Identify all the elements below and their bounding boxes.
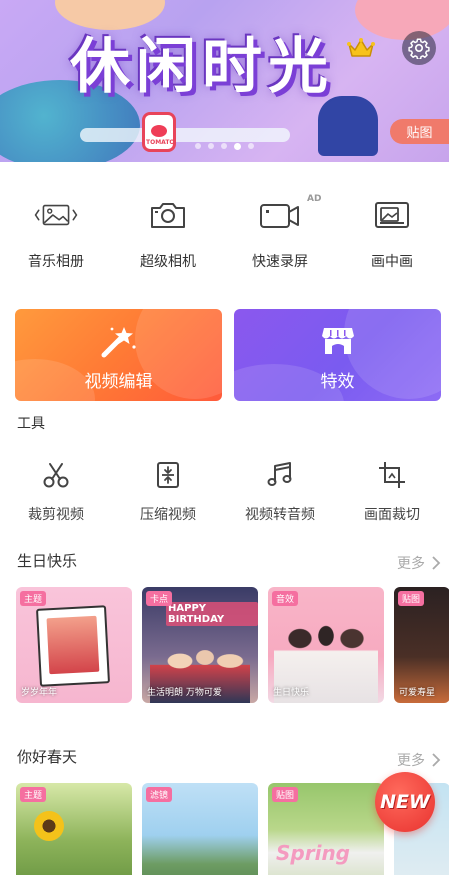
music-album-button[interactable]: 音乐相册 [0, 195, 112, 271]
template-tag: 滤镜 [146, 787, 173, 802]
quick-action-label: 超级相机 [140, 254, 196, 270]
quick-action-label: 画中画 [371, 254, 413, 270]
picture-in-picture-icon [370, 195, 414, 235]
runner-illustration [318, 96, 378, 156]
template-caption: 生日快乐 [273, 688, 310, 698]
spring-text: Spring [276, 841, 350, 865]
tool-label: 裁剪视频 [28, 507, 84, 523]
shop-icon [318, 323, 358, 359]
card-decoration [15, 359, 95, 401]
trim-video-button[interactable]: 裁剪视频 [0, 460, 112, 524]
video-to-audio-button[interactable]: 视频转音频 [224, 460, 336, 524]
happy-birthday-banner: HAPPY BIRTHDAY [166, 602, 258, 626]
card-decoration [344, 309, 441, 399]
tool-label: 画面裁切 [364, 507, 420, 523]
tomato-jar-illustration [142, 112, 176, 152]
banner-sticker-tag[interactable]: 贴图 [390, 119, 449, 144]
photo-album-icon [34, 195, 78, 235]
tomato-jar-label: TOMATO [146, 139, 175, 146]
pagination-dot [248, 143, 254, 149]
new-label: NEW [380, 791, 430, 813]
section-title-birthday: 生日快乐 [17, 552, 78, 570]
chevron-right-icon [432, 753, 441, 767]
effects-label: 特效 [320, 372, 355, 392]
template-tag: 音效 [272, 591, 299, 606]
sunflower-illustration [34, 811, 64, 841]
music-note-icon [265, 460, 295, 490]
birthday-templates: 主题 岁岁年年 HAPPY BIRTHDAY 卡点 生活明朗 万物可爱 音效 生… [16, 587, 449, 703]
more-spring-button[interactable]: 更多 [397, 750, 441, 770]
pagination-dot-active [234, 143, 241, 150]
template-tag: 贴图 [398, 591, 425, 606]
template-card[interactable]: 主题 岁岁年年 [16, 587, 132, 703]
settings-button[interactable] [402, 31, 436, 65]
crop-frame-button[interactable]: 画面裁切 [336, 460, 448, 524]
template-tag: 主题 [20, 787, 47, 802]
tool-label: 压缩视频 [140, 507, 196, 523]
gear-icon [408, 38, 430, 59]
more-label: 更多 [397, 753, 425, 769]
template-caption: 岁岁年年 [21, 688, 58, 698]
hero-banner[interactable]: TOMATO 休闲时光 贴图 [0, 0, 449, 162]
screen-record-icon [258, 195, 302, 235]
magic-wand-icon [99, 323, 139, 359]
pagination-dot [208, 143, 214, 149]
banner-pagination [195, 143, 254, 150]
photo-frame-illustration [36, 605, 110, 687]
scissors-icon [41, 460, 71, 490]
template-caption: 可爱寿星 [399, 688, 436, 698]
template-card[interactable]: 主题 [16, 783, 132, 875]
template-tag: 贴图 [272, 787, 299, 802]
banner-title: 休闲时光 [70, 32, 334, 102]
tool-label: 视频转音频 [245, 507, 315, 523]
quick-action-label: 快速录屏 [252, 254, 308, 270]
tools-section-title: 工具 [17, 416, 45, 432]
template-caption: 生活明朗 万物可爱 [147, 688, 222, 698]
template-card[interactable]: 音效 生日快乐 [268, 587, 384, 703]
ad-badge: AD [307, 194, 322, 204]
tools-row: 裁剪视频 压缩视频 视频转音频 画面裁切 [0, 460, 449, 524]
video-edit-label: 视频编辑 [84, 372, 153, 392]
video-edit-card[interactable]: 视频编辑 [15, 309, 222, 401]
quick-action-label: 音乐相册 [28, 254, 84, 270]
chevron-right-icon [432, 556, 441, 570]
template-card[interactable]: Spring 贴图 [268, 783, 384, 875]
crop-icon [377, 460, 407, 490]
crown-icon [347, 38, 375, 57]
picture-in-picture-button[interactable]: 画中画 [336, 195, 448, 271]
more-label: 更多 [397, 556, 425, 572]
banner-decoration [80, 128, 290, 142]
more-birthday-button[interactable]: 更多 [397, 553, 441, 573]
compress-icon [153, 460, 183, 490]
super-camera-button[interactable]: 超级相机 [112, 195, 224, 271]
pagination-dot [195, 143, 201, 149]
vip-crown-button[interactable] [344, 33, 378, 63]
screen-record-button[interactable]: AD 快速录屏 [224, 194, 336, 271]
template-card[interactable]: 贴图 可爱寿星 [394, 587, 449, 703]
quick-actions: 音乐相册 超级相机 AD 快速录屏 画中画 [0, 194, 449, 271]
effects-card[interactable]: 特效 [234, 309, 441, 401]
new-button[interactable]: NEW [375, 772, 435, 832]
pagination-dot [221, 143, 227, 149]
template-card[interactable]: 滤镜 [142, 783, 258, 875]
compress-video-button[interactable]: 压缩视频 [112, 460, 224, 524]
template-card[interactable]: HAPPY BIRTHDAY 卡点 生活明朗 万物可爱 [142, 587, 258, 703]
camera-icon [146, 195, 190, 235]
section-title-spring: 你好春天 [17, 748, 78, 766]
template-tag: 主题 [20, 591, 47, 606]
template-tag: 卡点 [146, 591, 173, 606]
